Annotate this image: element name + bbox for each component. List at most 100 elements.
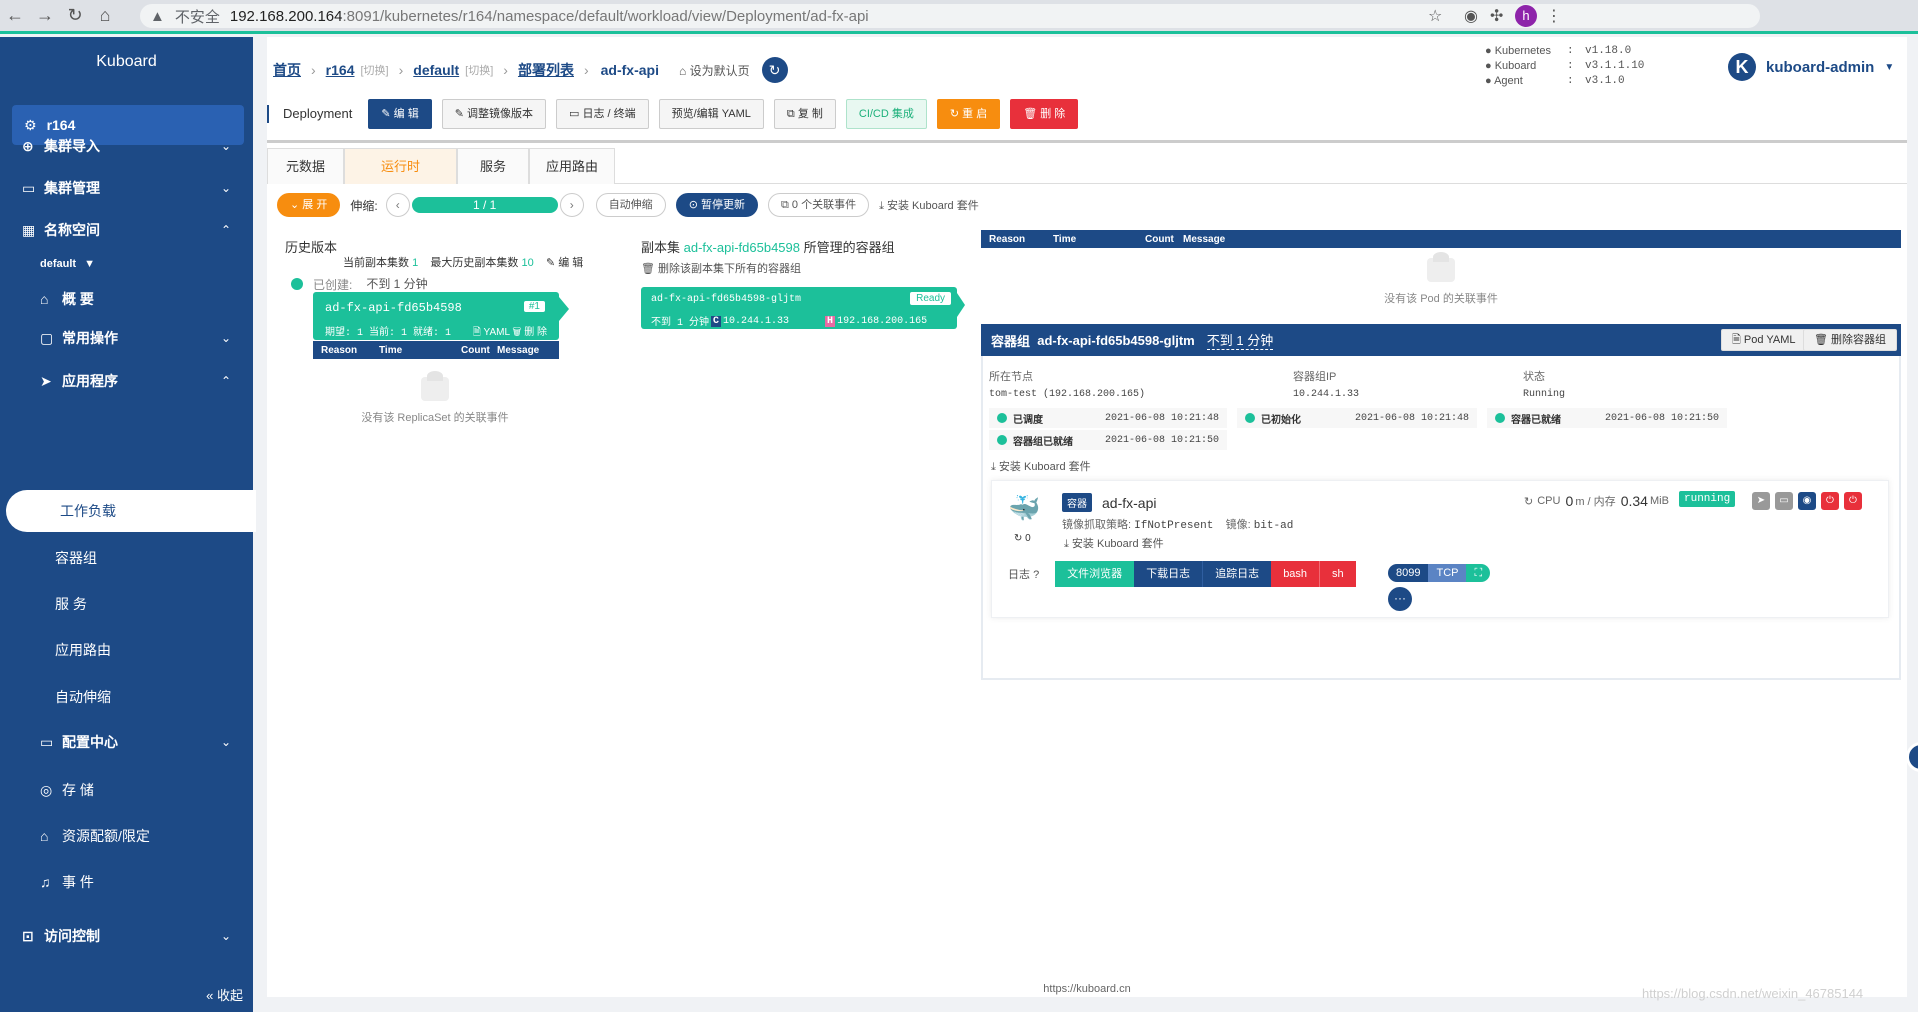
bash-button[interactable]: bash bbox=[1271, 561, 1320, 587]
sidebar-item-autoscale[interactable]: 自动伸缩 bbox=[0, 677, 253, 717]
replicaset-yaml-link[interactable]: 🗎 YAML bbox=[473, 327, 510, 338]
install-kuboard-link[interactable]: ⤓ 安装 Kuboard 套件 bbox=[991, 458, 1091, 474]
pod-yaml-button[interactable]: 🗎 Pod YAML bbox=[1721, 329, 1807, 351]
container-card: 🐳 ↻ 0 容器 ad-fx-api 镜像抓取策略: IfNotPresent … bbox=[991, 480, 1889, 618]
sidebar-item-common-ops[interactable]: ▢ 常用操作 ⌄ bbox=[0, 318, 253, 358]
help-float-button[interactable] bbox=[1906, 742, 1918, 772]
url-host: 192.168.200.164 bbox=[229, 7, 343, 25]
sidebar-item-config[interactable]: ▭ 配置中心 ⌄ bbox=[0, 722, 253, 762]
user-name: kuboard-admin bbox=[1766, 58, 1875, 76]
stop-icon[interactable]: ⏻ bbox=[1844, 492, 1862, 510]
extension-circle-icon[interactable]: ◉ bbox=[1464, 6, 1478, 26]
sidebar-item-pods[interactable]: 容器组 bbox=[0, 538, 253, 578]
breadcrumb-cluster[interactable]: r164 bbox=[326, 62, 355, 78]
tab-service[interactable]: 服务 bbox=[457, 148, 530, 184]
sidebar-item-label: 应用程序 bbox=[62, 373, 118, 389]
check-icon bbox=[997, 413, 1007, 423]
status-dot bbox=[291, 278, 303, 290]
expand-button[interactable]: ⌄ 展 开 bbox=[277, 193, 341, 217]
puzzle-icon[interactable]: ✣ bbox=[1490, 6, 1503, 26]
sidebar-item-manage[interactable]: ▭ 集群管理 ⌄ bbox=[0, 168, 253, 208]
database-icon[interactable]: ◉ bbox=[1798, 492, 1816, 510]
breadcrumb-namespace[interactable]: default bbox=[413, 62, 459, 78]
star-icon[interactable]: ☆ bbox=[1428, 6, 1442, 26]
delete-all-pods-link[interactable]: 🗑 删除该副本集下所有的容器组 bbox=[641, 260, 941, 276]
namespace-selector[interactable]: default ▼ bbox=[0, 244, 253, 284]
watermark: https://blog.csdn.net/weixin_46785144 bbox=[1642, 986, 1864, 1001]
more-button[interactable]: ··· bbox=[1388, 587, 1412, 611]
breadcrumb-home[interactable]: 首页 bbox=[273, 60, 301, 80]
delete-pod-button[interactable]: 🗑 删除容器组 bbox=[1803, 329, 1898, 351]
switch-namespace-link[interactable]: [切换] bbox=[465, 62, 493, 78]
autoscale-button[interactable]: 自动伸缩 bbox=[595, 193, 666, 217]
sh-button[interactable]: sh bbox=[1319, 561, 1356, 587]
tab-runtime[interactable]: 运行时 bbox=[344, 148, 458, 184]
menu-dots-icon[interactable]: ⋮ bbox=[1546, 6, 1562, 26]
sidebar-item-import[interactable]: ⊕ 集群导入 ⌄ bbox=[0, 126, 253, 166]
cicd-button[interactable]: CI/CD 集成 bbox=[845, 99, 927, 129]
tab-ingress[interactable]: 应用路由 bbox=[529, 148, 616, 184]
collapse-sidebar-button[interactable]: « 收起 bbox=[206, 985, 243, 1004]
restart-button[interactable]: ↻ 重 启 bbox=[936, 99, 1001, 129]
tab-metadata[interactable]: 元数据 bbox=[267, 148, 345, 184]
install-kuboard-link[interactable]: ⤓ 安装 Kuboard 套件 bbox=[879, 197, 979, 213]
edit-yaml-button[interactable]: 预览/编辑 YAML bbox=[658, 99, 764, 129]
sidebar-item-quota[interactable]: ⌂ 资源配额/限定 bbox=[0, 816, 253, 856]
replicaset-card[interactable]: ad-fx-api-fd65b4598 #1 期望: 1 当前: 1 就绪: 1… bbox=[313, 292, 559, 340]
switch-cluster-link[interactable]: [切换] bbox=[360, 62, 388, 78]
user-menu[interactable]: K kuboard-admin ▼ bbox=[1728, 53, 1894, 81]
related-events-button[interactable]: ⧉ 0 个关联事件 bbox=[767, 193, 870, 217]
condition-pod-ready: 容器组已就绪 2021-06-08 10:21:50 bbox=[989, 430, 1227, 450]
scale-value: 1 / 1 bbox=[411, 197, 558, 213]
caret-down-icon: ▼ bbox=[1884, 61, 1895, 73]
caret-down-icon: ▼ bbox=[84, 258, 95, 270]
send-icon[interactable]: ➤ bbox=[1752, 492, 1770, 510]
pod-card[interactable]: ad-fx-api-fd65b4598-gljtm Ready 不到 1 分钟 … bbox=[641, 287, 957, 329]
home-icon[interactable]: ⌂ bbox=[90, 5, 120, 26]
replicaset-delete-link[interactable]: 🗑 删 除 bbox=[512, 327, 547, 338]
reload-icon[interactable]: ↻ bbox=[60, 5, 90, 26]
file-browser-button[interactable]: 文件浏览器 bbox=[1055, 561, 1135, 587]
sidebar-item-workload[interactable]: 工作负载 bbox=[6, 490, 256, 532]
breadcrumb-deployments[interactable]: 部署列表 bbox=[518, 60, 574, 80]
adjust-image-button[interactable]: ✎ 调整镜像版本 bbox=[441, 99, 546, 129]
copy-button[interactable]: ⧉ 复 制 bbox=[773, 99, 836, 129]
pod-events-empty: 没有该 Pod 的关联事件 bbox=[1361, 252, 1521, 306]
sidebar-item-label: 概 要 bbox=[62, 291, 94, 307]
refresh-icon[interactable]: ↻ bbox=[1524, 495, 1533, 508]
install-kuboard-link[interactable]: ⤓ 安装 Kuboard 套件 bbox=[1064, 535, 1164, 551]
sidebar-item-access[interactable]: ⊡ 访问控制 ⌄ bbox=[0, 916, 253, 956]
refresh-icon[interactable]: ↻ bbox=[761, 57, 788, 83]
sidebar-item-apps[interactable]: ➤ 应用程序 ⌃ bbox=[0, 361, 253, 401]
edit-history-link[interactable]: ✎ 编 辑 bbox=[546, 257, 583, 269]
set-default-page-link[interactable]: ⌂ 设为默认页 bbox=[679, 62, 750, 79]
scale-up-button[interactable]: › bbox=[559, 193, 584, 217]
download-logs-button[interactable]: 下载日志 bbox=[1134, 561, 1203, 587]
scale-down-button[interactable]: ‹ bbox=[385, 193, 410, 217]
chevron-right-icon: › bbox=[583, 62, 589, 78]
ready-badge: Ready bbox=[910, 292, 951, 305]
sidebar-item-overview[interactable]: ⌂ 概 要 bbox=[0, 279, 253, 319]
delete-button[interactable]: 🗑 删 除 bbox=[1010, 99, 1079, 129]
runtime-controls: ⌄ 展 开 伸缩: ‹ 1 / 1 › 自动伸缩 ⊙ 暂停更新 ⧉ 0 个关联事… bbox=[277, 192, 979, 218]
replicaset-events-empty: 没有该 ReplicaSet 的关联事件 bbox=[345, 371, 525, 425]
sidebar-item-events[interactable]: ♫ 事 件 bbox=[0, 862, 253, 902]
edit-button[interactable]: ✎ 编 辑 bbox=[368, 99, 432, 129]
sidebar-item-storage[interactable]: ◎ 存 储 bbox=[0, 770, 253, 810]
pause-update-button[interactable]: ⊙ 暂停更新 bbox=[675, 193, 758, 217]
help-icon[interactable]: ? bbox=[1033, 569, 1039, 581]
port-badge[interactable]: 8099 TCP ⛶ bbox=[1388, 564, 1491, 582]
follow-logs-button[interactable]: 追踪日志 bbox=[1202, 561, 1272, 587]
back-icon[interactable]: ← bbox=[0, 5, 30, 26]
sidebar-item-services[interactable]: 服 务 bbox=[0, 584, 253, 624]
history-meta: 当前副本集数 1 最大历史副本集数 10 ✎ 编 辑 bbox=[343, 257, 584, 269]
logs-terminal-button[interactable]: ▭ 日志 / 终端 bbox=[556, 99, 649, 129]
resource-kind: Deployment bbox=[267, 105, 352, 123]
power-icon[interactable]: ⏻ bbox=[1821, 492, 1839, 510]
status-value: Running bbox=[1523, 389, 1566, 400]
sidebar-item-ingress[interactable]: 应用路由 bbox=[0, 630, 253, 670]
chevron-up-icon: ⌃ bbox=[220, 374, 231, 388]
forward-icon[interactable]: → bbox=[30, 5, 60, 26]
profile-avatar[interactable]: h bbox=[1515, 5, 1537, 27]
terminal-icon[interactable]: ▭ bbox=[1775, 492, 1793, 510]
